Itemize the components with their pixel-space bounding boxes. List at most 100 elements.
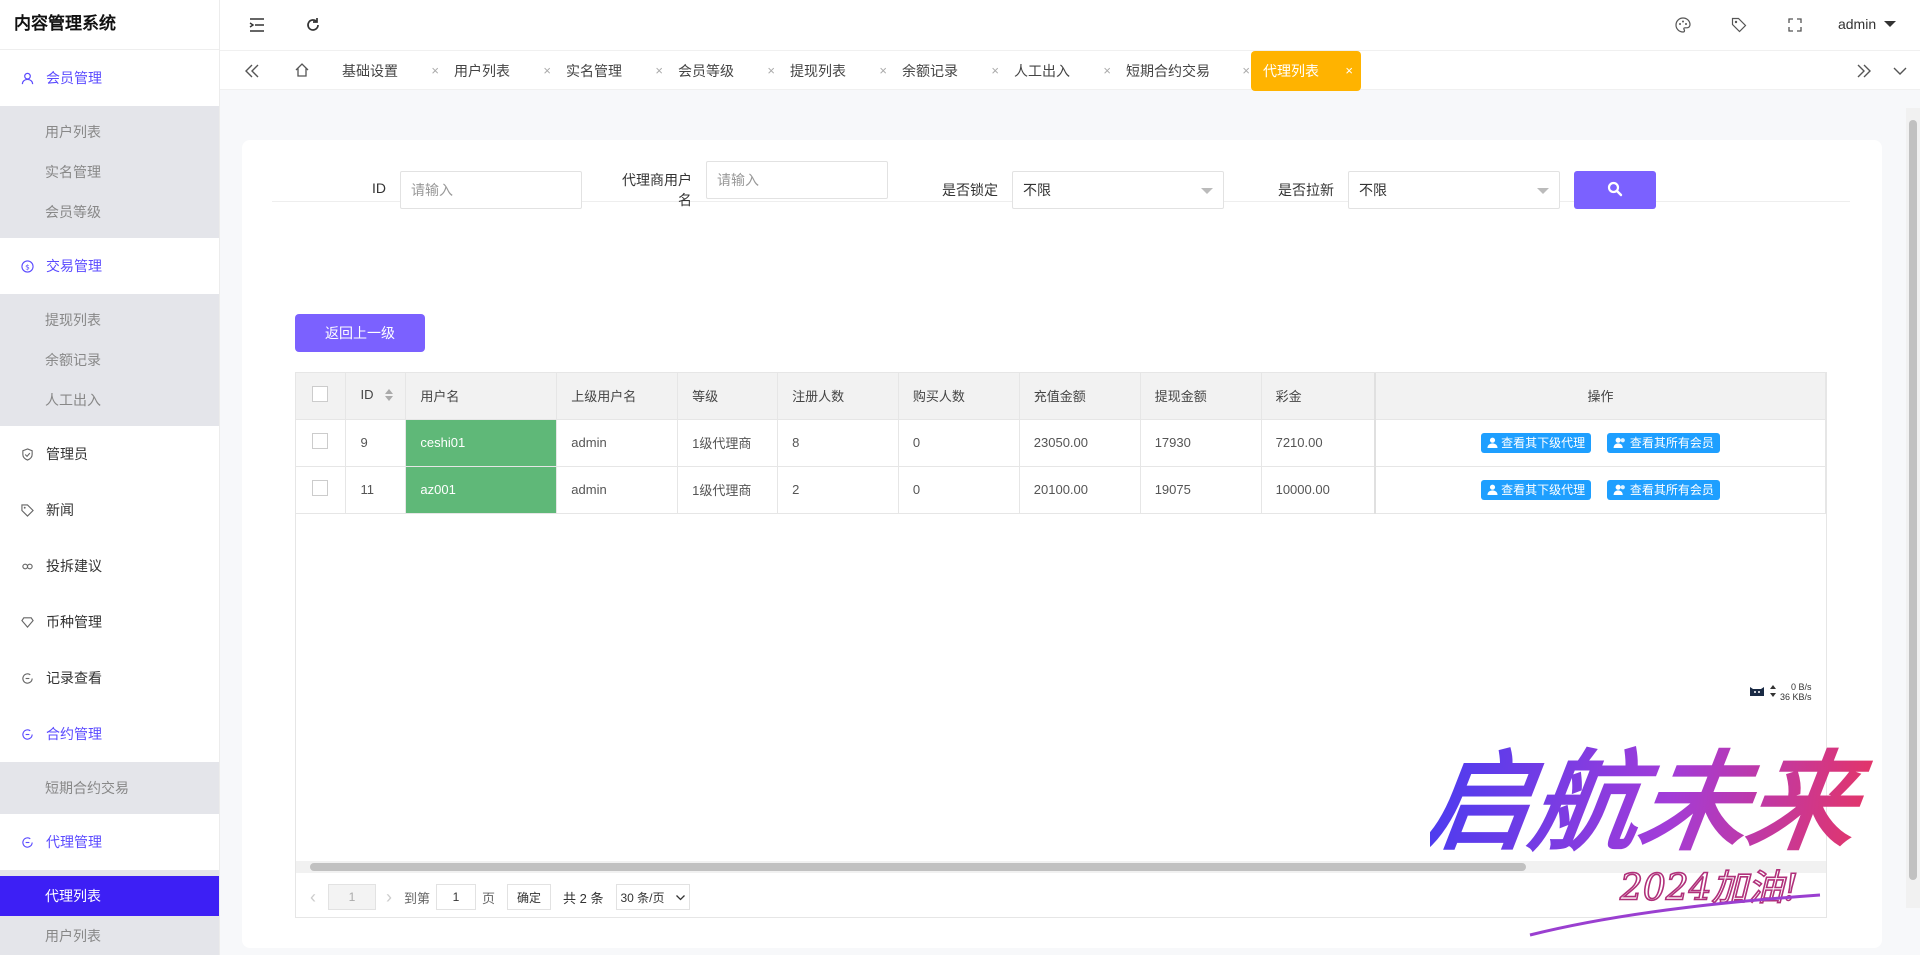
col-actions: 操作 [1374, 373, 1827, 420]
col-username: 用户名 [405, 373, 558, 420]
cell-recharge: 20100.00 [1019, 466, 1141, 514]
view-sub-agents-button[interactable]: 查看其下级代理 [1481, 432, 1592, 453]
fullscreen-icon[interactable] [1786, 16, 1804, 34]
select-all-checkbox[interactable] [312, 386, 328, 403]
tab-manual-io[interactable]: 人工出入 × [1014, 51, 1111, 91]
sort-icon[interactable] [385, 389, 394, 404]
tab-label: 提现列表 [790, 63, 846, 79]
sidebar-group-contracts[interactable]: 合约管理 [0, 706, 219, 762]
sidebar-group-records[interactable]: 记录查看 [0, 650, 219, 706]
tab-short-contract[interactable]: 短期合约交易 × [1126, 51, 1250, 91]
sidebar-item-realname[interactable]: 实名管理 [0, 152, 219, 192]
close-icon[interactable]: × [879, 51, 887, 91]
search-button[interactable] [1574, 171, 1656, 209]
tab-label: 人工出入 [1014, 63, 1070, 79]
close-icon[interactable]: × [431, 51, 439, 91]
scrollbar-thumb[interactable] [310, 863, 1526, 871]
sidebar-item-balance-log[interactable]: 余额记录 [0, 340, 219, 380]
col-id[interactable]: ID [345, 373, 407, 420]
close-icon[interactable]: × [655, 51, 663, 91]
close-icon[interactable]: × [991, 51, 999, 91]
svg-text:$: $ [25, 262, 30, 271]
home-icon[interactable] [294, 62, 310, 81]
close-icon[interactable]: × [543, 51, 551, 91]
back-button[interactable]: 返回上一级 [295, 314, 425, 352]
next-page-button[interactable]: › [386, 887, 392, 908]
tag-icon[interactable] [1730, 16, 1748, 34]
sidebar-item-member-level[interactable]: 会员等级 [0, 192, 219, 232]
sidebar-item-agent-users[interactable]: 用户列表 [0, 916, 219, 955]
palette-icon[interactable] [1674, 16, 1692, 34]
tabs-dropdown-icon[interactable] [1892, 63, 1908, 82]
scrollbar-thumb[interactable] [1909, 120, 1917, 880]
tabs-scroll-right-icon[interactable] [1856, 63, 1872, 82]
view-sub-agents-button[interactable]: 查看其下级代理 [1481, 479, 1592, 500]
diamond-icon [20, 615, 34, 629]
view-all-members-button[interactable]: 查看其所有会员 [1606, 479, 1720, 500]
tabs-scroll-left-icon[interactable] [244, 63, 260, 82]
row-checkbox[interactable] [312, 433, 328, 449]
refresh-icon[interactable] [304, 16, 322, 34]
tab-withdraw-list[interactable]: 提现列表 × [790, 51, 887, 91]
col-bonus: 彩金 [1261, 373, 1376, 420]
close-icon[interactable]: × [1103, 51, 1111, 91]
col-label: ID [360, 387, 374, 403]
tab-balance-log[interactable]: 余额记录 × [902, 51, 999, 91]
users-icon [1613, 437, 1625, 448]
sidebar-group-members[interactable]: 会员管理 [0, 50, 219, 106]
agent-table: ID 用户名 上级用户名 等级 注册人数 购买人数 充值金额 提现金额 彩金 操… [295, 372, 1827, 918]
tab-user-list[interactable]: 用户列表 × [454, 51, 551, 91]
tab-realname[interactable]: 实名管理 × [566, 51, 663, 91]
view-all-members-button[interactable]: 查看其所有会员 [1606, 432, 1720, 453]
sidebar-item-user-list[interactable]: 用户列表 [0, 112, 219, 152]
sidebar-group-currency[interactable]: 币种管理 [0, 594, 219, 650]
sidebar-item-agent-list[interactable]: 代理列表 [0, 876, 219, 916]
prev-page-button[interactable]: ‹ [310, 887, 316, 908]
cell-registered: 2 [777, 466, 899, 514]
page-scrollbar[interactable] [1906, 108, 1920, 908]
sidebar-group-news[interactable]: 新闻 [0, 482, 219, 538]
filter-id-input[interactable] [400, 171, 582, 209]
goto-page-input[interactable] [436, 884, 477, 910]
table-header-row: ID 用户名 上级用户名 等级 注册人数 购买人数 充值金额 提现金额 彩金 操… [296, 373, 1827, 420]
filter-agent-input[interactable] [706, 161, 888, 199]
filter-id-label: ID [372, 180, 386, 196]
submenu-agents: 代理列表 用户列表 [0, 870, 219, 955]
sidebar-group-trade[interactable]: $ 交易管理 [0, 238, 219, 294]
menu-fold-icon[interactable] [248, 16, 266, 34]
cell-recharge: 23050.00 [1019, 419, 1141, 467]
sidebar-item-short-contract[interactable]: 短期合约交易 [0, 768, 219, 808]
goto-confirm-button[interactable]: 确定 [507, 884, 552, 910]
sidebar-group-agents[interactable]: 代理管理 [0, 814, 219, 870]
tab-basic-settings[interactable]: 基础设置 × [342, 51, 439, 91]
horizontal-scrollbar[interactable] [296, 861, 1826, 873]
sidebar-group-suggestions[interactable]: 投拆建议 [0, 538, 219, 594]
close-icon[interactable]: × [1345, 51, 1353, 91]
sidebar-group-label: 代理管理 [46, 834, 102, 850]
tab-label: 短期合约交易 [1126, 63, 1210, 79]
cell-actions: 查看其下级代理 查看其所有会员 [1374, 419, 1827, 467]
filter-locked-label: 是否锁定 [942, 182, 998, 198]
sidebar-group-admin[interactable]: 管理员 [0, 426, 219, 482]
close-icon[interactable]: × [1242, 51, 1250, 91]
sidebar-group-label: 合约管理 [46, 726, 102, 742]
close-icon[interactable]: × [767, 51, 775, 91]
dollar-circle-icon: $ [20, 259, 34, 273]
sidebar-group-label: 会员管理 [46, 70, 102, 86]
sidebar-group-label: 投拆建议 [46, 558, 102, 574]
page-size-select[interactable]: 30 条/页 [615, 884, 690, 910]
sidebar-item-withdraw-list[interactable]: 提现列表 [0, 300, 219, 340]
filter-pull-select[interactable]: 不限 [1348, 171, 1560, 209]
label-line: 代理商用户 [622, 172, 692, 188]
row-checkbox[interactable] [312, 480, 328, 496]
filter-locked-select[interactable]: 不限 [1012, 171, 1224, 209]
col-registered: 注册人数 [777, 373, 899, 420]
netspeed-text: 0 B/s 36 KB/s [1780, 682, 1812, 702]
tab-member-level[interactable]: 会员等级 × [678, 51, 775, 91]
sidebar-item-manual-io[interactable]: 人工出入 [0, 380, 219, 420]
tab-agent-list[interactable]: 代理列表 × [1251, 51, 1361, 91]
select-all-cell [296, 373, 347, 420]
current-page[interactable]: 1 [328, 884, 376, 910]
submenu-members: 用户列表 实名管理 会员等级 [0, 106, 219, 238]
user-menu[interactable]: admin [1838, 16, 1896, 32]
